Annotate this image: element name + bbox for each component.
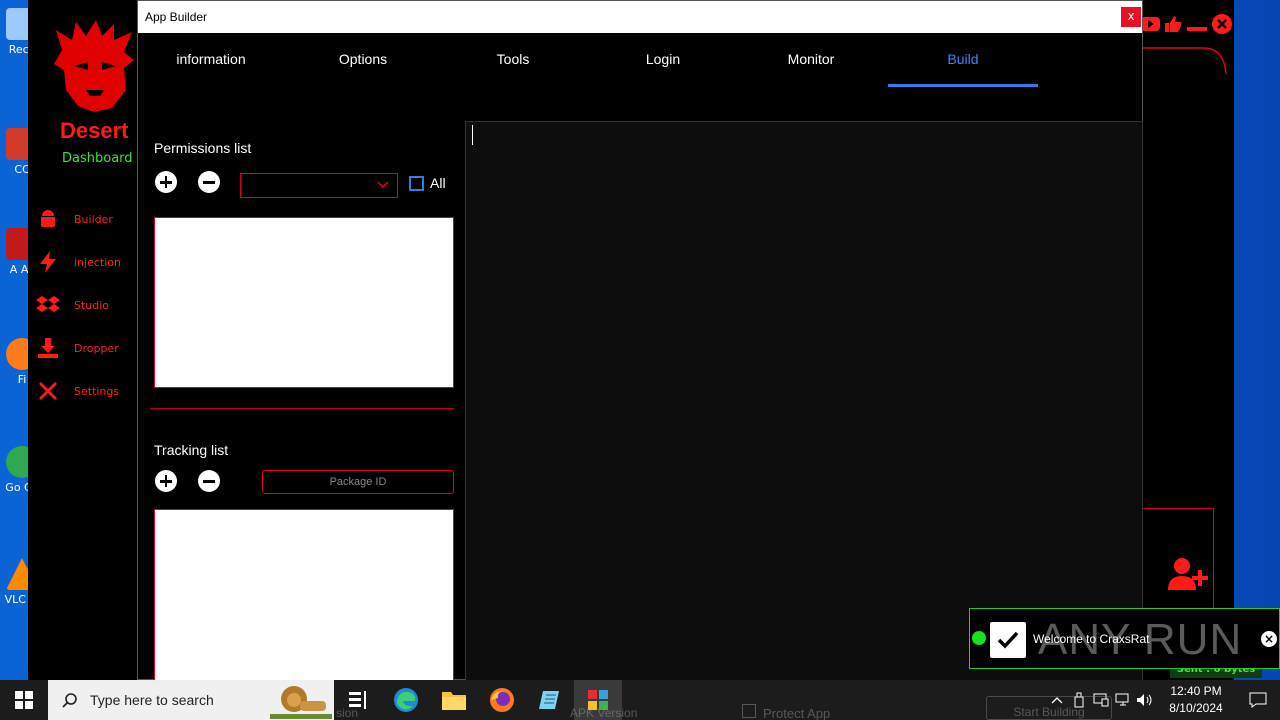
tab-build[interactable]: Build [888, 51, 1038, 67]
file-explorer-button[interactable] [430, 680, 478, 720]
dashboard-label[interactable]: Dashboard [62, 151, 133, 166]
remove-permission-button[interactable] [198, 171, 220, 193]
volume-icon [1137, 694, 1152, 706]
clock-date: 8/10/2024 [1169, 701, 1223, 715]
toast-message: Welcome to CraxsRat [1033, 632, 1150, 646]
window-title: App Builder [145, 10, 208, 24]
ghost-start-building-button: Start Building [986, 696, 1112, 720]
ghost-protect-app-text: Protect App [763, 706, 831, 720]
firefox-button[interactable] [478, 680, 526, 720]
lion-search-highlight-icon [270, 686, 332, 719]
add-tracking-button[interactable] [155, 470, 177, 492]
add-user-icon[interactable] [1166, 556, 1210, 592]
taskbar-clock[interactable]: 12:40 PM 8/10/2024 [1156, 683, 1236, 717]
active-tab-indicator [888, 84, 1038, 87]
sidebar-item-builder[interactable]: Builder [36, 204, 136, 234]
firefox-icon [490, 688, 514, 712]
folder-icon [442, 692, 466, 710]
background-window-controls [1140, 14, 1232, 34]
tools-icon [39, 382, 57, 400]
sidebar-item-studio[interactable]: Studio [36, 290, 136, 320]
close-circle-icon[interactable] [1212, 14, 1232, 34]
search-placeholder: Type here to search [90, 692, 214, 708]
sidebar-item-label: Studio [74, 298, 110, 312]
toast-close-button[interactable]: × [1261, 631, 1277, 647]
chevron-down-icon [377, 181, 389, 189]
sidebar-item-label: Builder [74, 212, 113, 226]
permissions-listbox[interactable] [154, 217, 454, 388]
notepad-icon [539, 691, 559, 709]
permission-select[interactable] [240, 173, 398, 198]
search-icon [62, 693, 77, 708]
edge-icon [394, 688, 418, 712]
tracking-listbox[interactable] [154, 509, 454, 681]
brand-title: Desert [60, 118, 129, 143]
clock-time: 12:40 PM [1170, 684, 1222, 698]
checkbox-box [409, 175, 424, 191]
logo-face-icon [54, 20, 134, 112]
download-icon [38, 338, 58, 358]
notification-center-button[interactable] [1236, 680, 1280, 720]
network-tray-button[interactable] [1112, 680, 1134, 720]
notepad-button[interactable] [526, 680, 574, 720]
sidebar-item-label: injection [74, 255, 121, 269]
title-bar[interactable]: App Builder x [138, 1, 1142, 33]
text-caret [472, 125, 473, 145]
tab-login[interactable]: Login [588, 51, 738, 67]
bolt-icon [40, 251, 56, 273]
android-icon [41, 210, 55, 227]
ghost-protect-checkbox [742, 704, 756, 718]
start-button[interactable] [0, 680, 48, 720]
tracking-list-label: Tracking list [154, 442, 229, 458]
tab-tools[interactable]: Tools [438, 51, 588, 67]
app-builder-window: App Builder x information Options Tools … [137, 0, 1143, 681]
desktop-icon-label: Fi [17, 373, 27, 386]
add-permission-button[interactable] [155, 171, 177, 193]
sidebar-item-injection[interactable]: injection [36, 247, 136, 277]
tab-bar: information Options Tools Login Monitor … [138, 33, 1142, 89]
dropbox-icon [36, 296, 60, 312]
tab-monitor[interactable]: Monitor [736, 51, 886, 67]
taskbar-search-box[interactable]: Type here to search [48, 680, 334, 720]
ghost-apk-version-text: APK Version [570, 706, 638, 720]
package-id-input[interactable]: Package ID [262, 470, 454, 494]
youtube-icon[interactable] [1140, 16, 1160, 32]
windows-icon [15, 691, 33, 709]
notification-icon [1249, 692, 1267, 708]
sidebar-item-label: Settings [74, 384, 120, 398]
edge-button[interactable] [382, 680, 430, 720]
tab-information[interactable]: information [136, 51, 286, 67]
thumbs-up-icon[interactable] [1164, 15, 1182, 33]
all-permissions-checkbox[interactable]: All [409, 175, 446, 191]
header-curve-decoration [1142, 47, 1227, 75]
background-sidebar: Desert Dashboard Builder injection Studi… [28, 0, 136, 680]
notification-toast[interactable]: ANY RUN Welcome to CraxsRat × [969, 608, 1280, 669]
minimize-icon[interactable] [1186, 15, 1208, 33]
volume-tray-button[interactable] [1134, 680, 1156, 720]
build-log-textarea[interactable] [465, 121, 1143, 681]
permissions-list-label: Permissions list [154, 140, 252, 156]
check-icon [990, 622, 1026, 658]
network-icon [1115, 693, 1129, 706]
remove-tracking-button[interactable] [198, 470, 220, 492]
sidebar-item-label: Dropper [74, 341, 119, 355]
sidebar-item-settings[interactable]: Settings [36, 376, 136, 406]
sidebar-item-dropper[interactable]: Dropper [36, 333, 136, 363]
ghost-version-text: sion [336, 706, 359, 720]
section-divider [150, 408, 454, 409]
all-label: All [430, 175, 446, 191]
tab-options[interactable]: Options [288, 51, 438, 67]
close-button[interactable]: x [1121, 7, 1141, 27]
status-dot [972, 631, 986, 645]
